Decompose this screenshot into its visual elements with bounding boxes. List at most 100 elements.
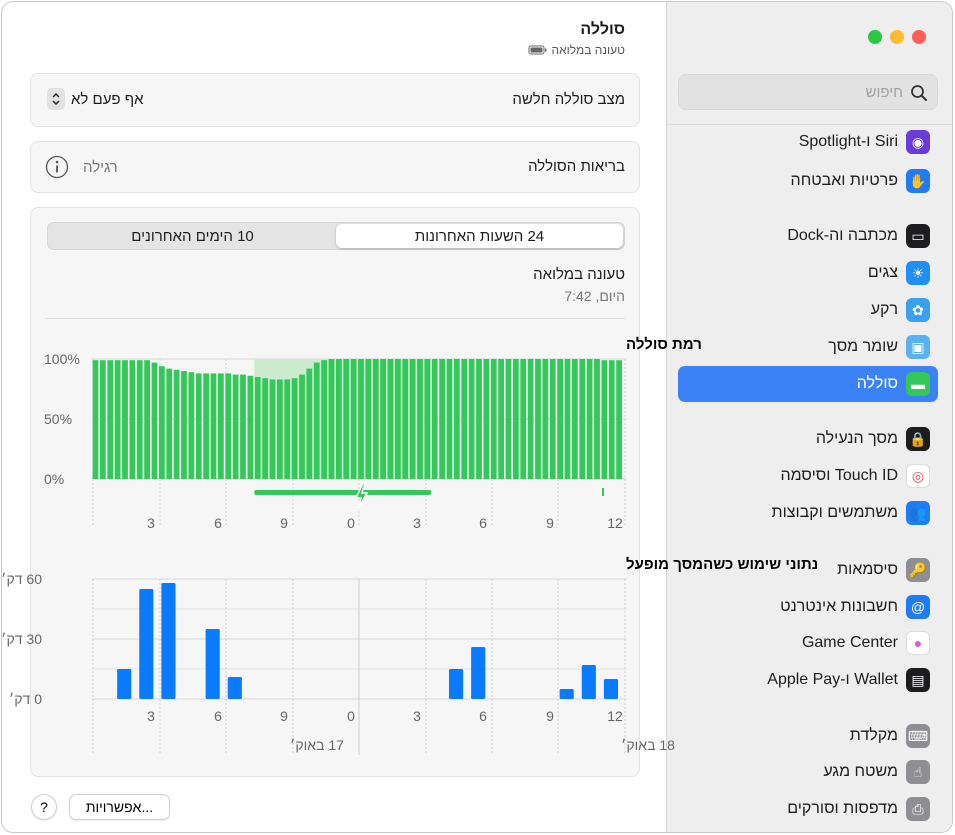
sidebar-item-lock[interactable]: מסך הנעילה 🔒 — [678, 421, 938, 457]
battery-charged-icon — [528, 45, 547, 55]
battery-level-bar — [166, 368, 173, 479]
printer-icon: ⎙ — [906, 797, 930, 821]
battery-xtick-label: 6 — [214, 515, 222, 531]
battery-level-bar — [203, 373, 209, 479]
usage-bar — [449, 669, 464, 699]
zoom-button[interactable] — [868, 30, 882, 44]
battery-level-bar — [483, 359, 490, 479]
battery-level-bar — [594, 359, 600, 479]
battery-level-bar — [402, 359, 409, 479]
usage-xtick-label: 3 — [413, 708, 421, 724]
search-placeholder: חיפוש — [865, 84, 903, 101]
battery-level-bar — [181, 371, 187, 479]
sidebar-item-siri[interactable]: Siri ו-Spotlight ◉ — [678, 124, 938, 160]
battery-level-bar — [461, 359, 468, 479]
options-button[interactable]: אפשרויות... — [69, 794, 170, 820]
battery-level-bar — [254, 377, 261, 479]
battery-level-bar — [542, 359, 549, 479]
help-button[interactable]: ? — [31, 794, 57, 820]
info-icon[interactable] — [45, 155, 69, 179]
usage-xtick-label: 6 — [214, 708, 222, 724]
usage-bar — [139, 589, 154, 699]
low-power-select[interactable]: אף פעם לא — [47, 88, 144, 110]
wallet-icon: ▤ — [906, 668, 930, 692]
usage-xtick-label: 12 — [607, 708, 623, 724]
battery-level-bar — [306, 368, 313, 479]
sidebar-item-wallpaper-flower[interactable]: רקע ✿ — [678, 292, 938, 328]
sidebar-item-wallet[interactable]: Wallet ו-Apple Pay ▤ — [678, 662, 938, 698]
sidebar-item-battery[interactable]: סוללה ▬ — [678, 366, 938, 402]
battery-level-bar — [490, 359, 497, 479]
window-controls — [868, 30, 926, 44]
sidebar-item-fingerprint[interactable]: Touch ID וסיסמה ◎ — [678, 458, 938, 494]
battery-level-bar — [505, 359, 512, 479]
wallpaper-flower-icon: ✿ — [906, 298, 930, 322]
usage-bar — [581, 665, 596, 699]
battery-level-bar — [276, 379, 283, 479]
sidebar-item-dock[interactable]: מכתבה וה-Dock ▭ — [678, 218, 938, 254]
sidebar-item-label: פרטיות ואבטחה — [790, 172, 898, 189]
sidebar-item-hand[interactable]: פרטיות ואבטחה ✋ — [678, 163, 938, 199]
battery-xtick-label: 3 — [413, 515, 421, 531]
battery-level-bar — [616, 360, 622, 479]
search-field[interactable]: חיפוש — [678, 74, 938, 110]
battery-level-bar — [571, 359, 578, 479]
usage-bar — [227, 677, 242, 699]
sidebar-item-label: משטח מגע — [823, 763, 898, 780]
sidebar-item-printer[interactable]: מדפסות וסורקים ⎙ — [678, 791, 938, 827]
battery-level-bar — [328, 359, 335, 479]
battery-level-bar — [321, 360, 327, 479]
close-button[interactable] — [912, 30, 926, 44]
sidebar-item-label: צגים — [867, 264, 898, 281]
sidebar-item-game-center[interactable]: Game Center ● — [678, 625, 938, 661]
usage-date-label: 18 באוק׳ — [621, 737, 675, 753]
lock-icon: 🔒 — [906, 427, 930, 451]
battery-level-bar — [394, 359, 401, 479]
battery-level-bar — [225, 373, 232, 479]
usage-chart-title: נתוני שימוש כשהמסך מופעל — [626, 556, 818, 573]
battery-level-bar — [549, 359, 556, 479]
battery-level-bar — [343, 359, 350, 479]
battery-level-bar — [446, 359, 453, 479]
battery-level-bar — [372, 359, 379, 479]
battery-level-bar — [380, 359, 386, 479]
battery-level-bar — [210, 373, 217, 479]
usage-bar — [205, 629, 220, 699]
trackpad-icon: ☝ — [906, 760, 930, 784]
main-pane: סוללה טעונה במלואה מצב סוללה חלשה אף פעם… — [2, 2, 818, 832]
battery-level-bar — [468, 359, 475, 479]
battery-level-bar — [520, 359, 527, 479]
usage-ytick-label: 0 דק׳ — [9, 691, 42, 707]
sidebar-item-trackpad[interactable]: משטח מגע ☝ — [678, 754, 938, 790]
battery-level-bar — [173, 369, 180, 479]
battery-level-title: רמת סוללה — [626, 336, 702, 353]
usage-bar — [471, 647, 486, 699]
battery-health-row: בריאות הסוללה רגילה — [30, 141, 640, 193]
usage-bar — [117, 669, 132, 699]
battery-ytick-label: 100% — [44, 351, 80, 367]
battery-level-bar — [387, 359, 394, 479]
battery-xtick-label: 9 — [280, 515, 288, 531]
game-center-icon: ● — [906, 631, 930, 655]
battery-level-bar — [535, 359, 541, 479]
sidebar-item-screensaver[interactable]: שומר מסך ▣ — [678, 329, 938, 365]
battery-level-bar — [557, 359, 563, 479]
sidebar-item-keyboard[interactable]: מקלדת ⌨ — [678, 718, 938, 754]
battery-level-bar — [107, 360, 114, 479]
siri-icon: ◉ — [906, 130, 930, 154]
battery-level-bar — [365, 359, 372, 479]
battery-xtick-label: 3 — [147, 515, 155, 531]
sidebar-item-at[interactable]: חשבונות אינטרנט @ — [678, 589, 938, 625]
minimize-button[interactable] — [890, 30, 904, 44]
battery-level-bar — [195, 373, 202, 479]
battery-xtick-label: 12 — [607, 515, 623, 531]
subtitle-text: טעונה במלואה — [551, 43, 625, 57]
battery-level-bar — [92, 360, 99, 479]
battery-level-bar — [129, 360, 136, 479]
battery-icon: ▬ — [906, 372, 930, 396]
battery-xtick-label: 0 — [347, 515, 355, 531]
sidebar: חיפוש Siri ו-Spotlight ◉ פרטיות ואבטחה ✋ מכת… — [666, 2, 952, 832]
sidebar-item-users[interactable]: משתמשים וקבוצות 👥 — [678, 495, 938, 531]
screensaver-icon: ▣ — [906, 335, 930, 359]
sidebar-item-display-brightness[interactable]: צגים ☀ — [678, 255, 938, 291]
